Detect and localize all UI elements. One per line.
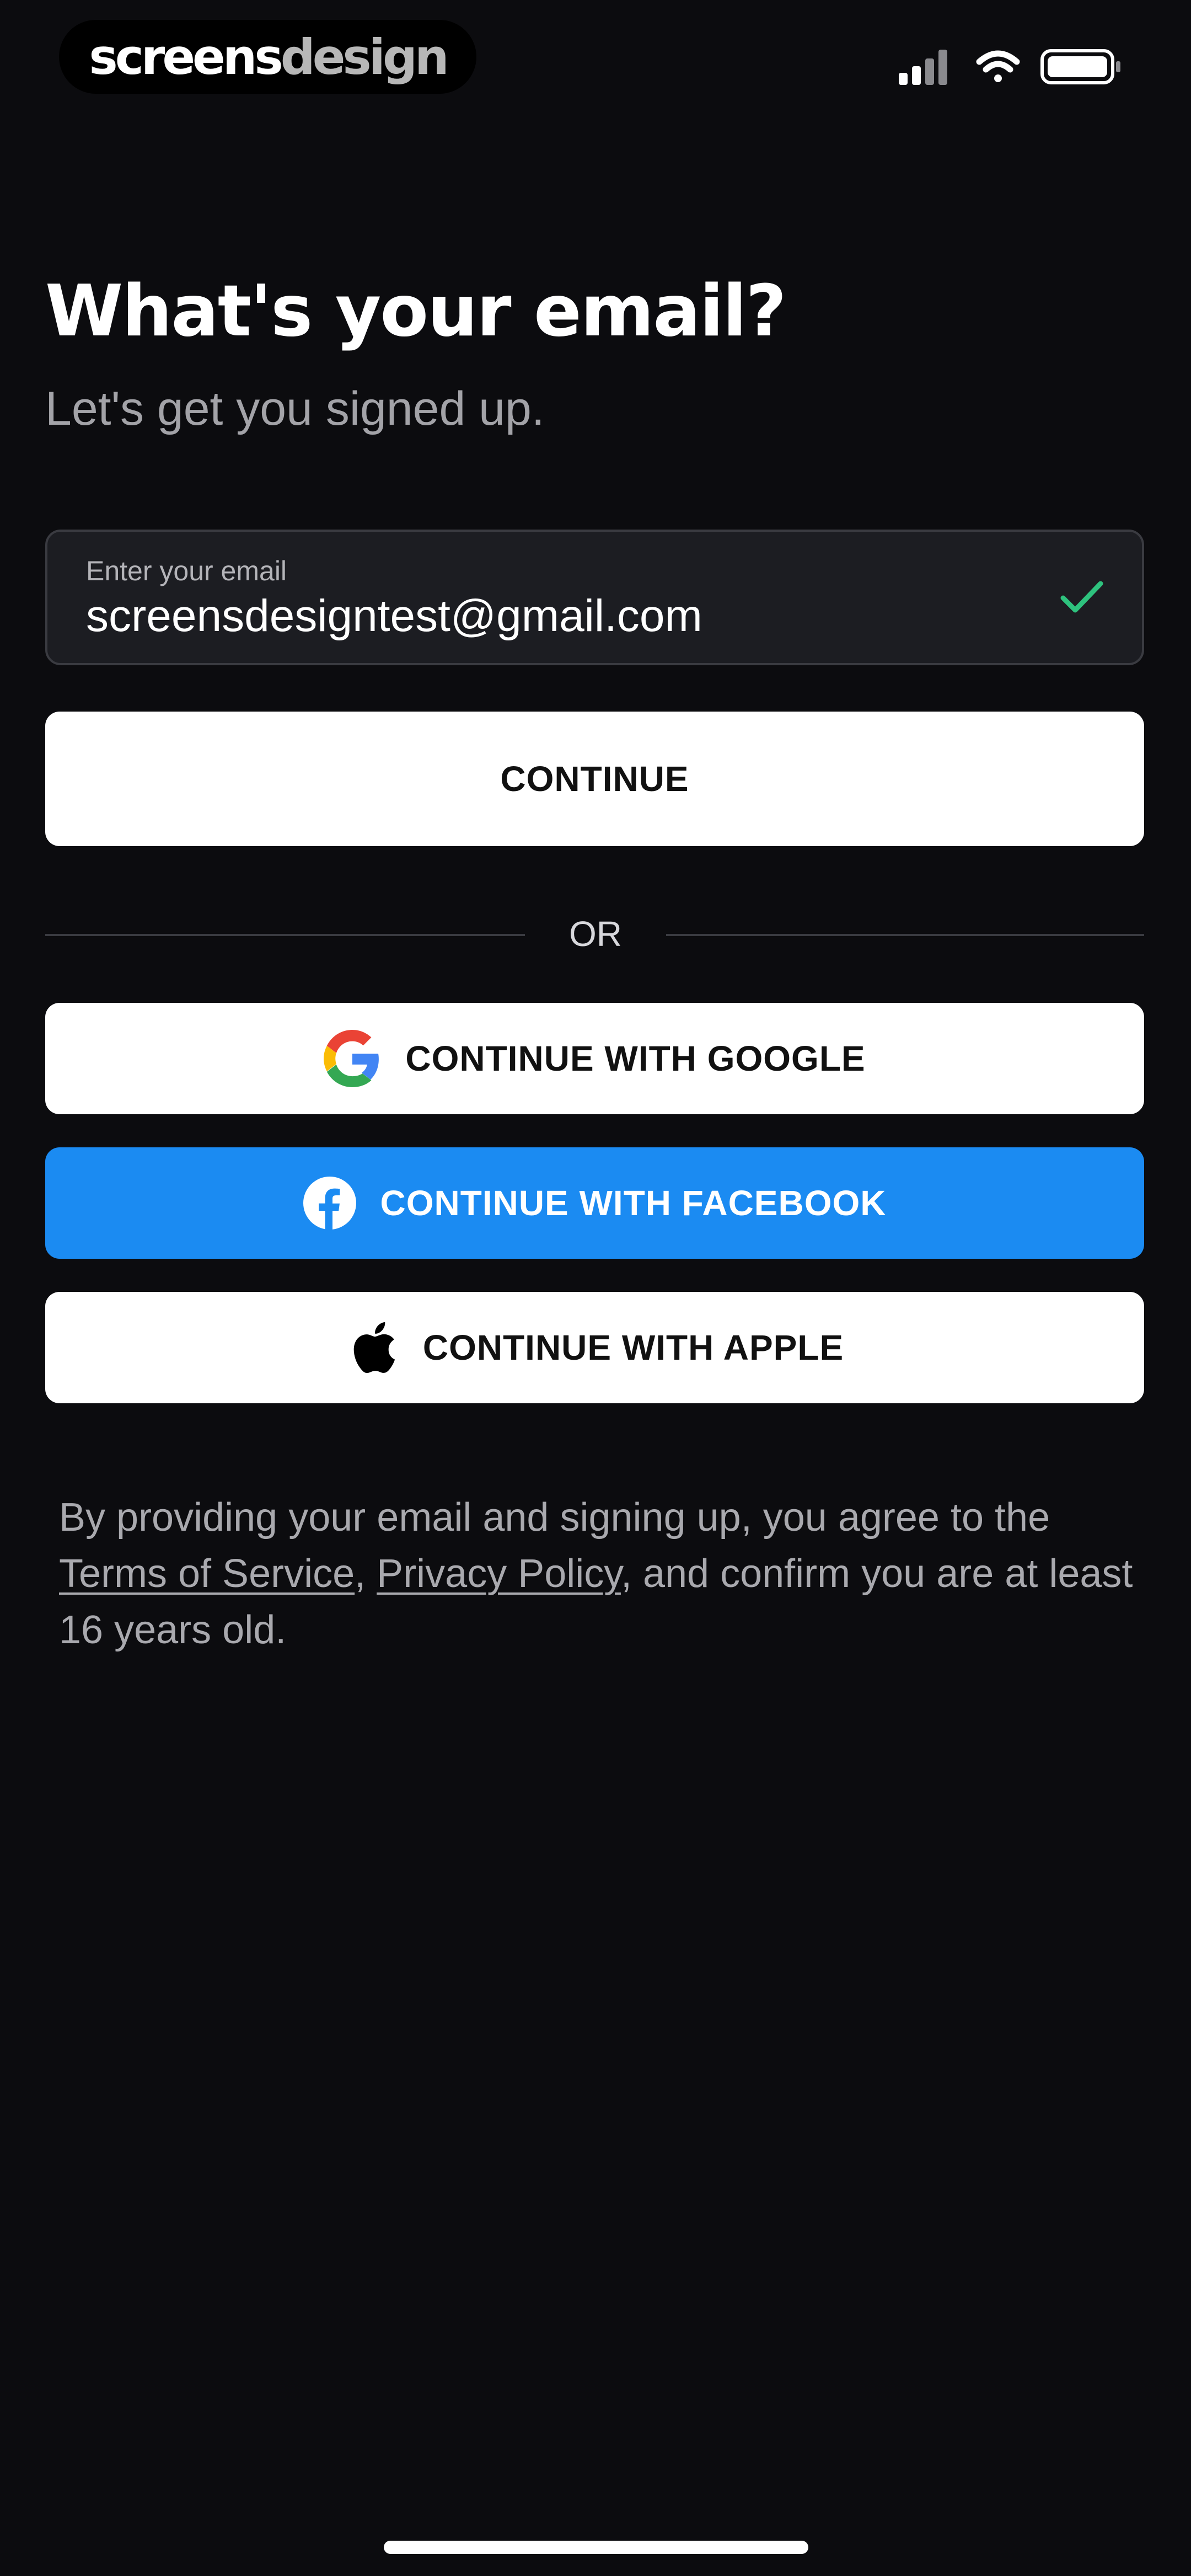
apple-icon — [353, 1322, 395, 1373]
legal-text: By providing your email and signing up, … — [59, 1489, 1140, 1658]
brand-text-part1: screens — [89, 28, 283, 85]
apple-button-label: CONTINUE WITH APPLE — [422, 1328, 844, 1367]
google-icon — [324, 1030, 379, 1087]
email-field[interactable]: Enter your email screensdesigntest@gmail… — [45, 530, 1144, 665]
brand-text-part2: design — [280, 28, 449, 85]
checkmark-icon — [1060, 581, 1103, 613]
legal-prefix: By providing your email and signing up, … — [59, 1495, 1050, 1540]
google-button-label: CONTINUE WITH GOOGLE — [405, 1039, 866, 1078]
privacy-policy-link[interactable]: Privacy Policy — [377, 1552, 621, 1596]
page-subtitle: Let's get you signed up. — [45, 382, 545, 435]
continue-with-apple-button[interactable]: CONTINUE WITH APPLE — [45, 1292, 1144, 1403]
divider-line-left — [45, 934, 525, 936]
wifi-icon — [976, 50, 1020, 82]
brand-logo: screens design — [59, 20, 476, 94]
status-icons — [899, 49, 1120, 85]
terms-of-service-link[interactable]: Terms of Service — [59, 1552, 355, 1596]
battery-icon — [1040, 49, 1120, 84]
legal-separator: , — [355, 1552, 366, 1596]
email-input-value[interactable]: screensdesigntest@gmail.com — [86, 590, 702, 642]
continue-with-google-button[interactable]: CONTINUE WITH GOOGLE — [45, 1003, 1144, 1114]
signal-icon — [899, 50, 947, 85]
continue-with-facebook-button[interactable]: CONTINUE WITH FACEBOOK — [45, 1147, 1144, 1259]
home-indicator[interactable] — [384, 2541, 808, 2554]
divider-line-right — [666, 934, 1144, 936]
facebook-button-label: CONTINUE WITH FACEBOOK — [380, 1183, 887, 1223]
page-title: What's your email? — [45, 270, 787, 352]
or-divider-text: OR — [569, 914, 622, 954]
continue-button[interactable]: CONTINUE — [45, 712, 1144, 846]
facebook-icon — [303, 1177, 356, 1230]
continue-button-label: CONTINUE — [500, 759, 689, 799]
email-field-label: Enter your email — [86, 555, 287, 586]
